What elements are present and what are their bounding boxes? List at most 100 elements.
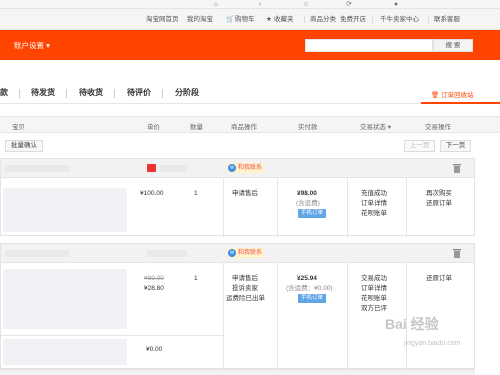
user-icon[interactable]: ● bbox=[392, 1, 400, 8]
divider bbox=[277, 263, 278, 370]
buy-again-link[interactable]: 再次购买 bbox=[426, 189, 452, 199]
tab-to-receive[interactable]: 待收货 bbox=[79, 87, 103, 98]
link-cart[interactable]: 购物车 bbox=[235, 15, 255, 24]
paid-amount: ¥98.00 bbox=[297, 190, 317, 197]
col-qty: 数量 bbox=[190, 124, 203, 131]
status-text: 交易成功 bbox=[361, 275, 387, 282]
trash-icon: 🗑 bbox=[431, 92, 440, 99]
status-text: 充值成功 bbox=[361, 190, 387, 197]
contact-seller-button[interactable]: ✉ 和我联系 bbox=[227, 163, 265, 173]
huabei-bill-link[interactable]: 花呗账单 bbox=[361, 294, 387, 304]
gift-icon bbox=[147, 164, 156, 172]
star-icon[interactable]: ★ bbox=[266, 15, 272, 24]
col-item-ops: 商品操作 bbox=[231, 124, 257, 131]
col-price: 单价 bbox=[147, 124, 160, 131]
shipping-insurance-link[interactable]: 运费险已出单 bbox=[226, 294, 265, 304]
huabei-bill-link[interactable]: 花呗账单 bbox=[361, 209, 387, 219]
restore-order-link[interactable]: 还原订单 bbox=[426, 274, 452, 284]
paid-note: (含运费) bbox=[296, 200, 320, 207]
order-detail-link[interactable]: 订单详情 bbox=[361, 284, 387, 294]
tab-all[interactable]: 款 bbox=[0, 87, 8, 98]
item-thumbnail-blurred[interactable] bbox=[3, 339, 127, 365]
shop-name-blurred bbox=[159, 165, 187, 172]
sun-icon[interactable]: ☼ bbox=[212, 1, 220, 8]
divider bbox=[347, 263, 348, 370]
tab-to-ship[interactable]: 待发货 bbox=[31, 87, 55, 98]
divider bbox=[66, 89, 67, 98]
search-input[interactable] bbox=[305, 39, 433, 52]
star-icon[interactable]: ☆ bbox=[302, 1, 310, 8]
mobile-order-tag: 手机订单 bbox=[298, 294, 327, 303]
site-topbar: 淘宝网首页 我的淘宝 🛒 购物车 ★ 收藏夹 商品分类 免费开店 千牛卖家中心 … bbox=[0, 9, 500, 30]
order-card: ✉ 和我联系 ¥100.00 1 申请售后 ¥98.00 (含运费) 手机订单 充… bbox=[0, 158, 475, 237]
divider bbox=[162, 89, 163, 98]
divider bbox=[372, 16, 373, 23]
col-status: 交易状态 bbox=[360, 124, 386, 131]
link-favorites[interactable]: 收藏夹 bbox=[274, 15, 294, 24]
item-thumbnail-blurred[interactable] bbox=[3, 188, 127, 232]
contact-seller-button[interactable]: ✉ 和我联系 bbox=[227, 248, 265, 258]
restore-order-link[interactable]: 还原订单 bbox=[426, 199, 452, 209]
divider bbox=[114, 89, 115, 98]
divider bbox=[223, 263, 224, 370]
watermark-logo: Bai 经验 bbox=[385, 316, 439, 332]
order-meta-blurred bbox=[5, 250, 69, 257]
divider bbox=[1, 335, 223, 336]
order-detail-link[interactable]: 订单详情 bbox=[361, 199, 387, 209]
link-my-taobao[interactable]: 我的淘宝 bbox=[187, 15, 213, 24]
unit-price: ¥28.80 bbox=[144, 285, 164, 292]
account-settings-menu[interactable]: 账户设置 ▾ bbox=[14, 40, 50, 51]
watermark-url: jingyan.baidu.com bbox=[404, 340, 461, 347]
link-taobao-home[interactable]: 淘宝网首页 bbox=[146, 15, 179, 24]
prev-page-button[interactable]: 上一页 bbox=[404, 140, 435, 152]
shop-name-blurred bbox=[147, 250, 187, 257]
after-sale-link[interactable]: 申请售后 bbox=[232, 189, 258, 199]
col-item: 宝贝 bbox=[12, 124, 25, 131]
quantity: 1 bbox=[194, 190, 198, 197]
chat-icon: ✉ bbox=[228, 249, 236, 257]
tab-to-review[interactable]: 待评价 bbox=[127, 87, 151, 98]
order-card: ✉ 和我联系 ¥89.00 ¥28.80 1 申请售后 投诉卖家 运费险已出单 ¥… bbox=[0, 243, 475, 370]
link-categories[interactable]: 商品分类 bbox=[310, 15, 336, 24]
mobile-order-tag: 手机订单 bbox=[298, 209, 327, 218]
link-open-shop[interactable]: 免费开店 bbox=[340, 15, 366, 24]
order-header: ✉ 和我联系 bbox=[1, 244, 474, 263]
status-filter[interactable]: 交易状态 ▾ bbox=[360, 121, 391, 131]
refresh-icon[interactable]: ⟳ bbox=[345, 1, 353, 8]
order-table-header: 宝贝 单价 数量 商品操作 实付款 交易状态 ▾ 交易操作 bbox=[0, 116, 500, 133]
link-contact-service[interactable]: 联系客服 bbox=[434, 15, 460, 24]
unit-price: ¥0.00 bbox=[146, 346, 163, 353]
paid-note: (含运费：¥0.00) bbox=[286, 285, 333, 292]
batch-confirm-button[interactable]: 批量确认 bbox=[5, 140, 43, 152]
delete-order-icon[interactable] bbox=[453, 163, 461, 173]
browser-toolbar: ☼ › ☆ ⟳ ● bbox=[0, 0, 500, 9]
recycle-bin-link[interactable]: 🗑 订单回收站 bbox=[431, 89, 474, 99]
search-button[interactable]: 搜 索 bbox=[433, 39, 473, 52]
unit-price: ¥100.00 bbox=[140, 190, 164, 197]
mutual-reviewed-text: 双方已评 bbox=[361, 305, 387, 312]
contact-label: 和我联系 bbox=[238, 165, 263, 171]
contact-label: 和我联系 bbox=[238, 250, 263, 256]
delete-order-icon[interactable] bbox=[453, 248, 461, 258]
brand-header: 账户设置 ▾ 搜 索 bbox=[0, 30, 500, 60]
divider bbox=[347, 178, 348, 237]
original-price: ¥89.00 bbox=[144, 275, 164, 282]
cart-icon[interactable]: 🛒 bbox=[226, 15, 234, 24]
after-sale-link[interactable]: 申请售后 bbox=[232, 274, 258, 284]
link-seller-center[interactable]: 千牛卖家中心 bbox=[380, 15, 419, 24]
chevron-icon[interactable]: › bbox=[256, 1, 264, 8]
item-thumbnail-blurred[interactable] bbox=[3, 269, 127, 329]
account-settings-label: 账户设置 bbox=[14, 41, 44, 50]
divider bbox=[223, 178, 224, 237]
active-underline bbox=[421, 102, 500, 104]
divider bbox=[428, 16, 429, 23]
next-page-button[interactable]: 下一页 bbox=[440, 140, 471, 152]
tab-installment[interactable]: 分阶段 bbox=[175, 87, 199, 98]
divider bbox=[304, 16, 305, 23]
paid-amount: ¥25.94 bbox=[297, 275, 317, 282]
complain-seller-link[interactable]: 投诉卖家 bbox=[232, 284, 258, 294]
next-order-header bbox=[0, 369, 475, 375]
divider bbox=[277, 178, 278, 237]
quantity: 1 bbox=[194, 275, 198, 282]
divider bbox=[19, 89, 20, 98]
